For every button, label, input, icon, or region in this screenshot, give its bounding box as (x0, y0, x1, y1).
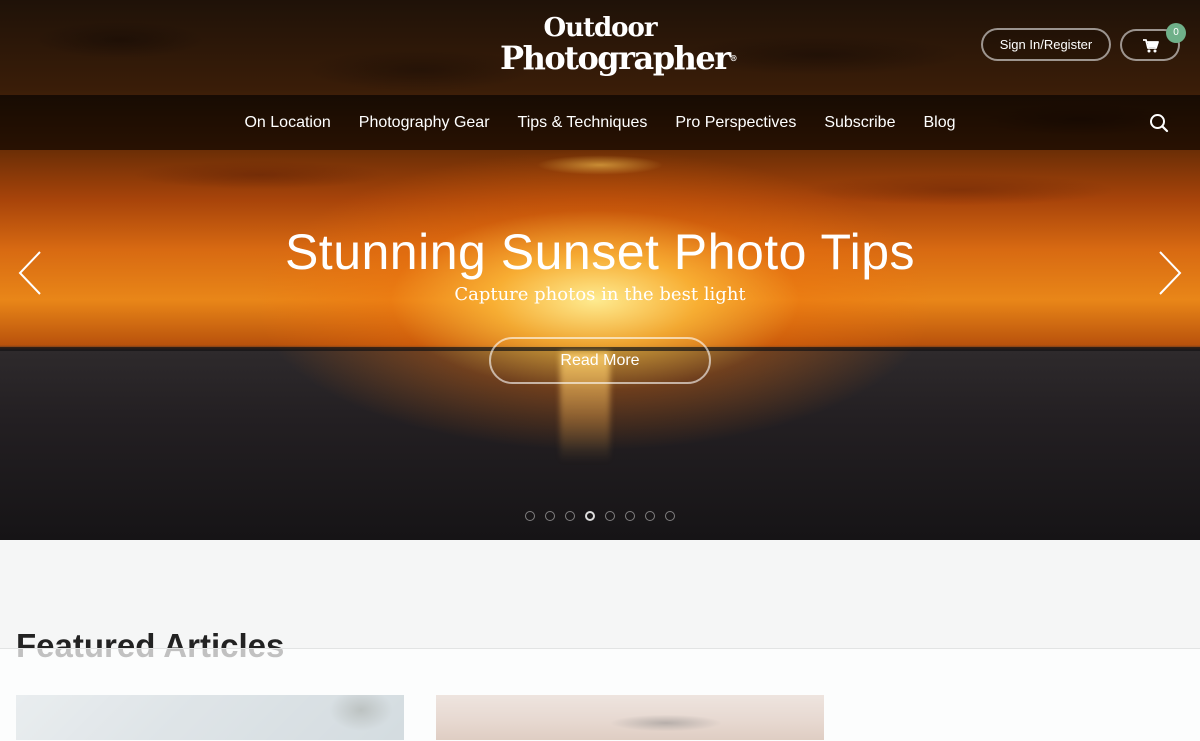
logo-registered-mark: ® (729, 53, 738, 63)
nav-item-on-location[interactable]: On Location (244, 95, 330, 150)
nav-item-pro-perspectives[interactable]: Pro Perspectives (675, 95, 796, 150)
nav-item-tips-techniques[interactable]: Tips & Techniques (518, 95, 648, 150)
carousel-dot[interactable] (665, 511, 675, 521)
sign-in-register-button[interactable]: Sign In/Register (981, 28, 1111, 61)
nav-item-subscribe[interactable]: Subscribe (824, 95, 895, 150)
featured-article-card[interactable] (436, 695, 824, 740)
logo-line-2: Photographer® (500, 42, 738, 74)
carousel-dot[interactable] (645, 511, 655, 521)
nav-item-photography-gear[interactable]: Photography Gear (359, 95, 490, 150)
logo-line-2-text: Photographer (500, 39, 731, 77)
slide-title: Stunning Sunset Photo Tips (284, 224, 916, 280)
read-more-button[interactable]: Read More (489, 337, 711, 384)
top-bar: Outdoor Photographer® Sign In/Register 0 (0, 0, 1200, 95)
nav-item-blog[interactable]: Blog (923, 95, 955, 150)
search-button[interactable] (1148, 112, 1170, 134)
card-image-fade (16, 695, 404, 740)
carousel-dots (525, 511, 675, 521)
carousel-dot[interactable] (545, 511, 555, 521)
cart-icon (1143, 39, 1159, 53)
carousel-dot[interactable] (625, 511, 635, 521)
featured-article-card[interactable] (16, 695, 404, 740)
main-nav: On Location Photography Gear Tips & Tech… (0, 95, 1200, 150)
carousel-dot[interactable] (605, 511, 615, 521)
search-icon (1150, 114, 1169, 133)
carousel-dot[interactable] (525, 511, 535, 521)
logo-line-1: Outdoor (543, 13, 657, 43)
carousel-dot[interactable] (585, 511, 595, 521)
hero-carousel: Outdoor Photographer® Sign In/Register 0… (0, 0, 1200, 540)
site-logo[interactable]: Outdoor Photographer® (500, 13, 738, 80)
carousel-dot[interactable] (565, 511, 575, 521)
card-image-fade (436, 695, 824, 740)
slide-subtitle: Capture photos in the best light (454, 284, 746, 305)
nav-items: On Location Photography Gear Tips & Tech… (0, 95, 1200, 150)
cart-count-badge: 0 (1166, 23, 1186, 43)
